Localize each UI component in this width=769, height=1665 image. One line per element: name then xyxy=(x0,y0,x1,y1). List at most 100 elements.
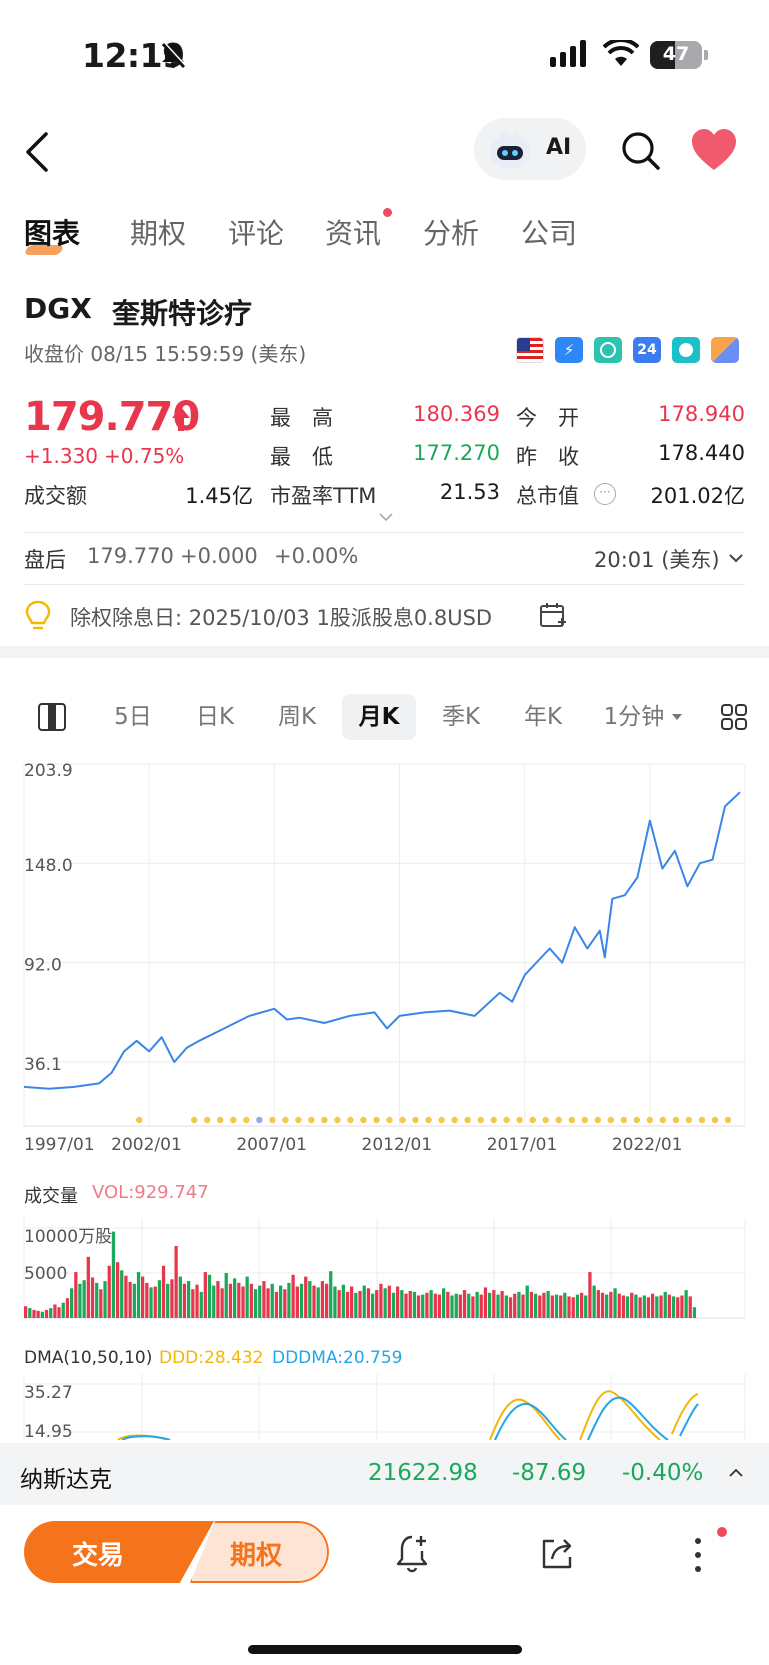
price-chart[interactable]: 1997/01 2002/01 2007/01 2012/01 2017/01 2022/… xyxy=(0,754,769,1154)
period-weekly[interactable]: 周K xyxy=(262,694,332,740)
volume-bar xyxy=(86,1256,90,1318)
volume-bar xyxy=(588,1272,592,1318)
trade-button[interactable]: 交易 xyxy=(24,1521,214,1583)
dma-chart[interactable]: 35.27 14.95 xyxy=(0,1374,769,1440)
add-calendar-icon[interactable] xyxy=(538,600,568,630)
volume-bar xyxy=(149,1287,153,1318)
search-icon[interactable] xyxy=(620,130,662,172)
tab-chart[interactable]: 图表 xyxy=(24,212,80,252)
more-options-icon[interactable] xyxy=(692,1535,704,1575)
volume-bar xyxy=(308,1281,312,1318)
volume-bar xyxy=(563,1292,567,1318)
volume-bar xyxy=(145,1282,149,1318)
volume-bar xyxy=(258,1285,262,1318)
favorite-heart-icon[interactable] xyxy=(690,128,738,172)
dividend-marker xyxy=(135,1116,143,1124)
options-button[interactable]: 期权 xyxy=(190,1521,329,1583)
dividend-marker xyxy=(516,1116,523,1124)
volume-bar xyxy=(442,1288,446,1318)
volume-bar xyxy=(600,1292,605,1318)
volume-bar xyxy=(421,1294,425,1318)
close-time: 收盘价 08/15 15:59:59 (美东) xyxy=(24,342,307,366)
volume-bar xyxy=(621,1295,626,1318)
volume-bar xyxy=(538,1295,542,1318)
dividend-marker xyxy=(633,1116,641,1124)
volume-bar xyxy=(241,1286,245,1318)
volume-bar xyxy=(529,1291,534,1318)
dma-dddma-label: DDDMA:20.759 xyxy=(272,1348,403,1368)
period-5d[interactable]: 5日 xyxy=(100,694,166,740)
volume-bar xyxy=(692,1307,697,1318)
volume-chart[interactable]: 10000万股 5000 xyxy=(0,1210,769,1322)
volume-bar xyxy=(191,1289,195,1318)
volume-bar xyxy=(391,1292,396,1318)
expand-up-chevron-icon[interactable] xyxy=(728,1467,744,1479)
dividend-marker xyxy=(620,1116,628,1124)
volume-bar xyxy=(187,1281,191,1318)
period-monthly[interactable]: 月K xyxy=(342,694,416,740)
prev-close-value: 178.440 xyxy=(658,441,745,465)
volume-bar xyxy=(496,1294,500,1318)
ai-label: AI xyxy=(546,135,572,160)
x-tick-label: 2017/01 xyxy=(487,1135,558,1154)
volume-bar xyxy=(400,1290,404,1318)
volume-bar xyxy=(320,1281,325,1318)
market-cap-info-icon[interactable]: ··· xyxy=(594,483,616,505)
section-tabs: 图表 期权 评论 资讯 分析 公司 xyxy=(0,200,769,264)
volume-bar xyxy=(676,1297,680,1318)
volume-bar xyxy=(70,1288,74,1318)
volume-bar xyxy=(358,1291,362,1318)
trade-button-label: 交易 xyxy=(72,1541,125,1571)
volume-bar xyxy=(316,1287,320,1318)
robot-icon xyxy=(490,130,530,169)
grid-menu-icon[interactable] xyxy=(720,703,748,731)
dividend-row[interactable]: 除权除息日: 2025/10/03 1股派股息0.8USD xyxy=(24,598,584,640)
volume-indicator: VOL:929.747 xyxy=(92,1182,209,1203)
tab-news[interactable]: 资讯 xyxy=(325,212,381,252)
volume-bar xyxy=(233,1278,237,1318)
layout-toggle-icon[interactable] xyxy=(38,703,66,731)
ai-assistant-button[interactable]: AI xyxy=(474,118,586,180)
volume-bar xyxy=(207,1274,212,1318)
dividend-marker xyxy=(412,1116,419,1124)
dividend-marker xyxy=(698,1116,706,1124)
period-daily[interactable]: 日K xyxy=(180,694,250,740)
period-1min[interactable]: 1分钟 xyxy=(596,694,672,740)
price-alert-bell-icon[interactable] xyxy=(394,1533,434,1575)
dividend-marker xyxy=(490,1116,497,1124)
volume-bar xyxy=(341,1284,345,1318)
tab-analysis[interactable]: 分析 xyxy=(423,212,479,252)
price-change-pct: +0.75% xyxy=(104,444,185,468)
volume-bar xyxy=(475,1291,479,1318)
dividend-marker xyxy=(672,1116,680,1124)
x-tick-label: 2012/01 xyxy=(362,1135,433,1154)
dma-title: DMA(10,50,10) xyxy=(24,1348,153,1368)
low-label: 最 低 xyxy=(270,445,333,469)
status-bar: 12:19 47 xyxy=(0,0,769,110)
expand-stats-chevron-icon[interactable] xyxy=(378,512,394,522)
volume-bar xyxy=(295,1286,299,1318)
dividend-marker xyxy=(334,1116,341,1124)
stock-ticker: DGX xyxy=(24,292,92,325)
dividend-marker xyxy=(451,1116,458,1124)
tab-comments[interactable]: 评论 xyxy=(228,212,284,252)
period-yearly[interactable]: 年K xyxy=(508,694,578,740)
volume-bar xyxy=(24,1306,28,1318)
volume-bar xyxy=(304,1276,308,1318)
share-icon[interactable] xyxy=(538,1535,576,1573)
volume-bar xyxy=(283,1289,287,1318)
volume-bar xyxy=(655,1296,659,1318)
dividend-marker xyxy=(646,1116,654,1124)
tab-options[interactable]: 期权 xyxy=(130,212,186,252)
period-quarterly[interactable]: 季K xyxy=(426,694,496,740)
volume-bar xyxy=(32,1309,36,1318)
period-dropdown-icon[interactable] xyxy=(671,713,683,721)
volume-bar xyxy=(375,1290,379,1318)
index-name: 纳斯达克 xyxy=(20,1467,112,1493)
index-ticker-bar[interactable]: 纳斯达克 21622.98 -87.69 -0.40% xyxy=(0,1443,769,1505)
volume-bar xyxy=(542,1292,546,1318)
back-icon[interactable] xyxy=(22,130,52,174)
tab-company[interactable]: 公司 xyxy=(521,212,577,252)
volume-bar xyxy=(651,1293,655,1318)
after-hours-change-pct: +0.00% xyxy=(274,544,359,568)
